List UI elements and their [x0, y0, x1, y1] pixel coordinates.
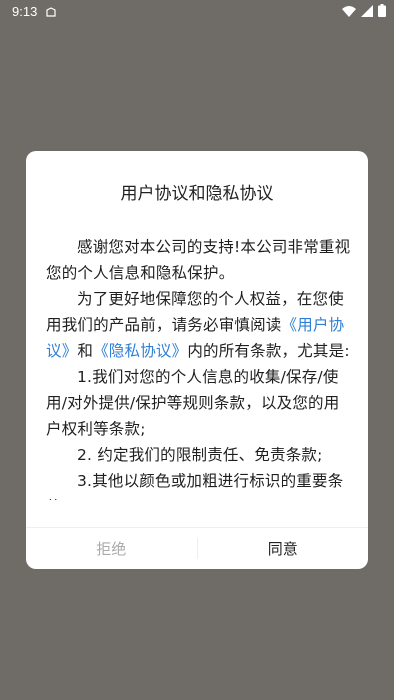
- dialog-title: 用户协议和隐私协议: [120, 184, 274, 204]
- signal-icon: [361, 4, 373, 17]
- paragraph-text: 3.其他以颜色或加粗进行标识的重要条款。: [46, 472, 344, 500]
- paragraph-text: 2. 约定我们的限制责任、免责条款;: [77, 446, 323, 464]
- paragraph-text: 和: [77, 342, 94, 360]
- battery-icon: [378, 4, 386, 17]
- notification-icon: [46, 6, 56, 17]
- screen: 9:13 用户协议和隐私协议 感谢您对本公司的支持!本公司非常重视您的个人信息和…: [0, 0, 394, 700]
- dialog-paragraph: 1.我们对您的个人信息的收集/保存/使用/对外提供/保护等规则条款，以及您的用户…: [46, 364, 352, 442]
- dialog-paragraph: 为了更好地保障您的个人权益，在您使用我们的产品前，请务必审慎阅读《用户协议》和《…: [46, 286, 352, 364]
- dialog-paragraph: 感谢您对本公司的支持!本公司非常重视您的个人信息和隐私保护。: [46, 234, 352, 286]
- refuse-button[interactable]: 拒绝: [26, 528, 197, 569]
- dialog-actions: 拒绝 同意: [26, 528, 368, 569]
- paragraph-text: 内的所有条款，尤其是:: [187, 342, 350, 360]
- privacy-dialog: 用户协议和隐私协议 感谢您对本公司的支持!本公司非常重视您的个人信息和隐私保护。…: [26, 151, 368, 569]
- status-time: 9:13: [12, 4, 38, 19]
- dialog-paragraph: 3.其他以颜色或加粗进行标识的重要条款。: [46, 468, 352, 500]
- dialog-body[interactable]: 感谢您对本公司的支持!本公司非常重视您的个人信息和隐私保护。 为了更好地保障您的个…: [46, 234, 352, 500]
- agree-button[interactable]: 同意: [198, 528, 369, 569]
- dialog-paragraph: 2. 约定我们的限制责任、免责条款;: [46, 442, 352, 468]
- status-bar: 9:13: [0, 0, 394, 24]
- privacy-agreement-link[interactable]: 《隐私协议》: [93, 342, 187, 360]
- paragraph-text: 感谢您对本公司的支持!本公司非常重视您的个人信息和隐私保护。: [46, 238, 351, 282]
- status-icons: [342, 4, 386, 17]
- wifi-icon: [342, 5, 356, 17]
- paragraph-text: 1.我们对您的个人信息的收集/保存/使用/对外提供/保护等规则条款，以及您的用户…: [46, 368, 340, 438]
